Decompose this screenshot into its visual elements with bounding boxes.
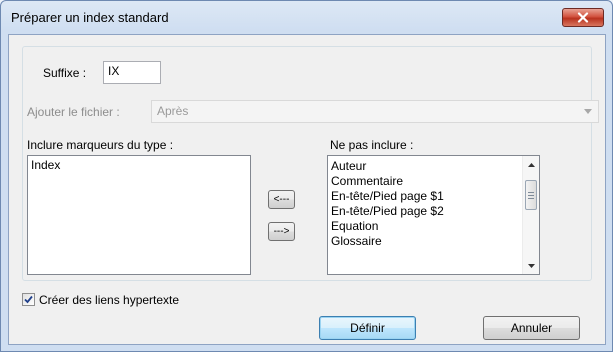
scroll-thumb[interactable]	[525, 180, 537, 210]
hyperlinks-label[interactable]: Créer des liens hypertexte	[39, 293, 179, 307]
list-item[interactable]: En-tête/Pied page $1	[328, 189, 539, 204]
suffix-input[interactable]: IX	[103, 61, 161, 84]
cancel-button[interactable]: Annuler	[483, 316, 580, 340]
title-bar[interactable]: Préparer un index standard	[1, 1, 612, 35]
define-button[interactable]: Définir	[319, 316, 416, 340]
grip-line	[528, 191, 534, 193]
include-listbox[interactable]: Index	[27, 155, 251, 275]
list-item[interactable]: Commentaire	[328, 174, 539, 189]
scroll-up-button[interactable]	[523, 156, 539, 173]
append-file-value: Après	[157, 104, 189, 118]
list-item[interactable]: Auteur	[328, 159, 539, 174]
hyperlinks-checkbox[interactable]	[22, 293, 35, 306]
exclude-label: Ne pas inclure :	[330, 138, 414, 152]
arrow-up-icon	[527, 162, 535, 167]
exclude-listbox[interactable]: Auteur Commentaire En-tête/Pied page $1 …	[327, 155, 540, 275]
checkmark-icon	[24, 295, 33, 304]
list-item[interactable]: En-tête/Pied page $2	[328, 204, 539, 219]
list-item[interactable]: Index	[28, 158, 250, 173]
dialog-client-area: Suffixe : IX Ajouter le fichier : Après …	[8, 34, 606, 345]
include-label: Inclure marqueurs du type :	[27, 138, 174, 152]
append-file-label: Ajouter le fichier :	[27, 105, 120, 119]
suffix-label: Suffixe :	[43, 66, 87, 80]
grip-line	[528, 197, 534, 199]
append-file-select[interactable]: Après	[151, 100, 599, 123]
dialog-window: Préparer un index standard Suffixe : IX …	[0, 0, 613, 352]
grip-line	[528, 194, 534, 196]
list-item[interactable]: Glossaire	[328, 234, 539, 249]
window-title: Préparer un index standard	[11, 10, 169, 25]
close-button[interactable]	[562, 8, 604, 27]
list-item[interactable]: Equation	[328, 219, 539, 234]
scroll-down-button[interactable]	[523, 257, 539, 274]
close-icon	[577, 12, 589, 23]
move-right-button[interactable]: --->	[268, 222, 295, 241]
options-group: Suffixe : IX Ajouter le fichier : Après …	[22, 46, 599, 281]
chevron-down-icon	[584, 109, 592, 114]
move-left-button[interactable]: <---	[268, 190, 295, 209]
vertical-scrollbar[interactable]	[522, 156, 539, 274]
arrow-down-icon	[527, 263, 535, 268]
